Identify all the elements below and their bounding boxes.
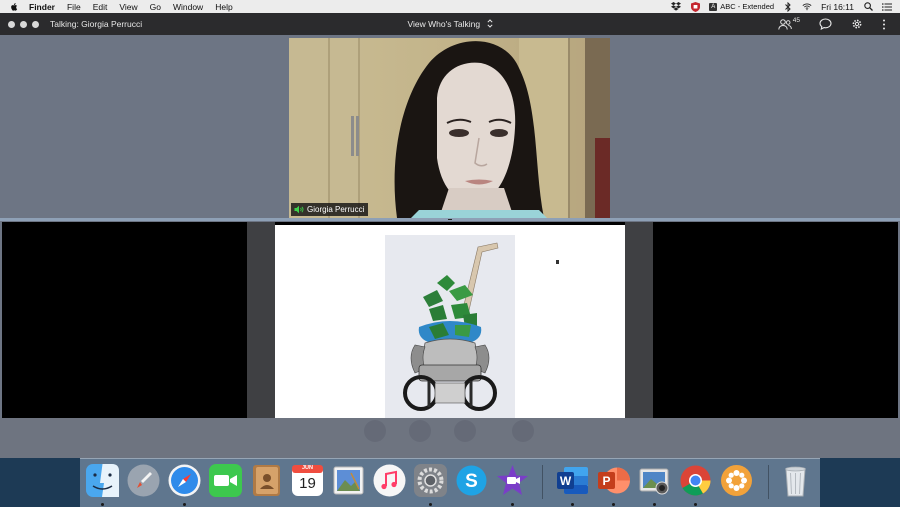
calendar-day: 19 [299, 475, 316, 492]
dock: JUN 19 S W P [80, 458, 820, 507]
mouse-cursor [556, 260, 559, 264]
image-capture-icon[interactable] [637, 463, 672, 498]
more-options-button[interactable] [882, 17, 886, 31]
menu-view[interactable]: View [119, 2, 137, 12]
artwork-illustration [403, 242, 499, 411]
gear-icon [852, 19, 862, 29]
wifi-icon[interactable] [802, 2, 812, 11]
slides-icon[interactable] [719, 463, 754, 498]
notification-center-icon[interactable] [882, 2, 892, 11]
faded-control-button[interactable] [364, 420, 386, 442]
speaker-video-frame [289, 38, 610, 218]
fullscreen-window-button[interactable] [32, 20, 39, 28]
chevron-updown-icon [486, 19, 493, 28]
preview-icon[interactable] [331, 463, 366, 498]
safari-icon[interactable] [167, 463, 202, 498]
meeting-controls-area [0, 418, 900, 458]
dropbox-icon[interactable] [671, 2, 682, 11]
svg-text:S: S [465, 471, 478, 492]
speaker-audio-icon [294, 205, 304, 214]
clock[interactable]: Fri 16:11 [821, 2, 854, 12]
facetime-icon[interactable] [208, 463, 243, 498]
music-icon[interactable] [372, 463, 407, 498]
participants-count: 45 [792, 16, 800, 24]
calendar-month: JUN [301, 465, 313, 471]
finder-icon[interactable] [85, 463, 120, 498]
shield-icon[interactable] [690, 1, 700, 12]
powerpoint-icon[interactable]: P [596, 463, 631, 498]
shared-screen[interactable] [2, 222, 898, 418]
menu-bar: Finder File Edit View Go Window Help A A… [0, 0, 900, 13]
divider-handle[interactable] [448, 219, 452, 220]
speaker-name-tag: Giorgia Perrucci [291, 203, 369, 216]
zoom-meeting-window: Talking: Giorgia Perrucci View Who's Tal… [0, 13, 900, 458]
imovie-icon[interactable] [495, 463, 530, 498]
share-margin-left [247, 222, 275, 418]
view-mode-dropdown[interactable]: View Who's Talking [407, 19, 493, 29]
menu-go[interactable]: Go [150, 2, 161, 12]
dock-separator [542, 465, 543, 499]
menu-file[interactable]: File [67, 2, 81, 12]
apple-menu-icon[interactable] [9, 2, 19, 12]
close-window-button[interactable] [8, 20, 15, 28]
menu-app-name[interactable]: Finder [29, 2, 55, 12]
faded-control-button[interactable] [512, 420, 534, 442]
minimize-window-button[interactable] [20, 20, 27, 28]
trash-icon[interactable] [778, 463, 813, 498]
chat-bubble-icon [819, 18, 832, 30]
participants-button[interactable]: 45 [778, 17, 800, 31]
menu-window[interactable]: Window [173, 2, 203, 12]
chrome-icon[interactable] [678, 463, 713, 498]
view-mode-label: View Who's Talking [407, 19, 481, 29]
menu-edit[interactable]: Edit [93, 2, 108, 12]
svg-text:W: W [560, 474, 572, 488]
skype-icon[interactable]: S [454, 463, 489, 498]
more-vertical-icon [883, 19, 885, 29]
spotlight-icon[interactable] [863, 2, 873, 11]
system-preferences-icon[interactable] [413, 463, 448, 498]
artwork-image [385, 235, 515, 418]
calendar-icon[interactable]: JUN 19 [290, 463, 325, 498]
word-icon[interactable]: W [555, 463, 590, 498]
launchpad-icon[interactable] [126, 463, 161, 498]
contacts-icon[interactable] [249, 463, 284, 498]
svg-text:P: P [602, 474, 610, 488]
shared-slide [275, 225, 625, 418]
window-titlebar: Talking: Giorgia Perrucci View Who's Tal… [0, 13, 900, 35]
input-source[interactable]: A ABC - Extended [709, 2, 774, 11]
talking-indicator: Talking: Giorgia Perrucci [50, 19, 143, 29]
active-speaker-video[interactable]: Giorgia Perrucci [289, 38, 610, 218]
bluetooth-icon[interactable] [783, 1, 793, 12]
settings-button[interactable] [851, 17, 863, 31]
input-source-label: ABC - Extended [720, 2, 775, 11]
faded-control-button[interactable] [409, 420, 431, 442]
window-controls [8, 20, 39, 28]
participants-icon [778, 18, 792, 30]
speaker-name: Giorgia Perrucci [307, 205, 365, 214]
menu-help[interactable]: Help [215, 2, 232, 12]
share-margin-right [625, 222, 653, 418]
faded-control-button[interactable] [454, 420, 476, 442]
input-source-badge: A [709, 2, 718, 11]
dock-separator [768, 465, 769, 499]
chat-button[interactable] [819, 17, 832, 31]
